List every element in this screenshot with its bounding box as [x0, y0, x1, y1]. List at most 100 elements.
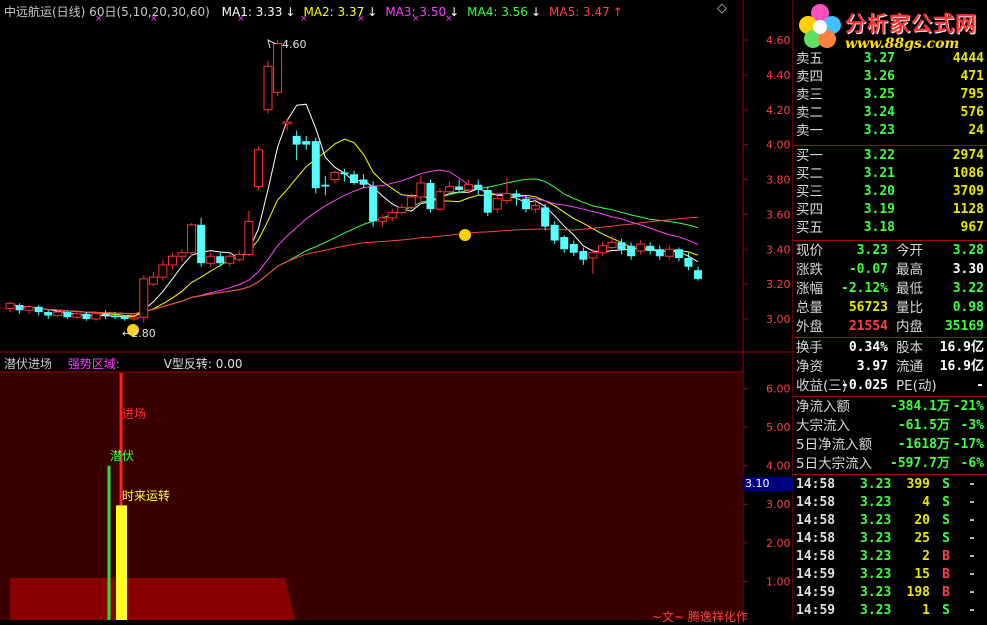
price-tick-label: 4.60 [766, 34, 791, 47]
tick-price: 3.23 [860, 531, 892, 546]
tick-volume: 2 [922, 549, 930, 564]
candle-body-up [5, 302, 15, 310]
tick-side: S [942, 531, 950, 546]
order-row: 卖二 3.24 576 [796, 104, 986, 122]
flow-percent: -21% [952, 399, 984, 414]
candle-body-up [234, 253, 244, 261]
candle-body-up [492, 198, 502, 210]
ma-legend-item: MA3: 3.50 [385, 5, 447, 19]
candle-body-up [378, 217, 388, 222]
ma-line-60 [9, 216, 699, 315]
indicator-tick-label: 6.00 [766, 382, 791, 395]
stat-row: 收益(三) -0.025 PE(动) - [796, 377, 986, 395]
candle-body-down [646, 245, 655, 251]
stat-value: 0.34% [848, 340, 888, 355]
flow-label: 5日净流入额 [796, 437, 873, 453]
stat-row: 现价 3.23 今开 3.28 [796, 242, 986, 260]
order-volume: 4444 [952, 51, 984, 66]
site-logo: 分析家公式网 www.88gs.com [793, 0, 987, 54]
order-price: 3.27 [863, 51, 895, 66]
options-diamond-icon[interactable]: ◇ [717, 1, 727, 16]
strong-zone-area [10, 578, 295, 620]
stat-label: 量比 [896, 300, 923, 316]
order-price: 3.20 [863, 184, 895, 199]
candle-body-up [129, 316, 139, 320]
order-price: 3.22 [863, 148, 895, 163]
tick-volume: 1 [922, 603, 930, 618]
order-volume: 795 [960, 87, 984, 102]
candle-body-down [684, 257, 693, 267]
turn-label: 时来运转 [122, 489, 171, 503]
order-label: 买四 [796, 202, 823, 218]
tick-time: 14:59 [796, 567, 836, 582]
candle-body-down [15, 305, 24, 311]
candle-body-down [302, 141, 311, 145]
price-tick-label: 3.40 [766, 243, 791, 256]
stat-label: 外盘 [796, 319, 823, 335]
tick-side: B [942, 549, 950, 564]
stat-value: - [976, 378, 984, 393]
candle-body-down [512, 193, 521, 197]
stat-label: 涨跌 [796, 262, 823, 278]
tick-volume: 15 [914, 567, 930, 582]
candle-body-up [445, 185, 455, 193]
tick-time: 14:59 [796, 603, 836, 618]
stat-label: 总量 [796, 300, 823, 316]
order-row: 买三 3.20 3709 [796, 183, 986, 201]
candle-body-up [253, 149, 263, 187]
tick-side: B [942, 585, 950, 600]
stat-label: 收益(三) [796, 378, 848, 394]
tick-row: 14:59 3.23 1 S - [796, 602, 986, 620]
candle-body-up [330, 172, 340, 180]
divider [793, 145, 987, 146]
flow-label: 净流入额 [796, 399, 850, 415]
stat-value: 3.22 [952, 281, 984, 296]
tick-flag: - [968, 603, 976, 618]
stat-row: 涨幅 -2.12% 最低 3.22 [796, 280, 986, 298]
tick-row: 14:59 3.23 198 B - [796, 584, 986, 602]
candle-body-down [197, 224, 206, 264]
order-label: 卖四 [796, 69, 823, 85]
candle-body-down [369, 186, 378, 222]
chart-header: 中远航运(日线) 60日(5,10,20,30,60) MA1: 3.33 ↓ MA… [4, 3, 623, 20]
stat-label: 现价 [796, 243, 823, 259]
quote-panel: 卖五 3.27 4444 卖四 3.26 471 卖三 3.25 795 卖二 3.24 576 卖一 3… [793, 51, 987, 620]
order-row: 买二 3.21 1086 [796, 165, 986, 183]
price-axis: 4.60 4.40 4.20 4.00 3.80 3.60 3.40 3.20 3.00 [743, 34, 791, 326]
tick-flag: - [968, 567, 976, 582]
stat-value: 3.23 [856, 243, 888, 258]
candle-body-down [522, 198, 530, 210]
candle-body-up [387, 212, 397, 219]
tick-price: 3.23 [860, 477, 892, 492]
ma-arrow-icon: ↓ [367, 5, 378, 19]
candle-body-up [416, 182, 426, 198]
ma-legend: MA1: 3.33 ↓ MA2: 3.37 ↓ MA3: 3.50 ↓ MA4: 3.56 ↓… [214, 5, 623, 19]
stat-label: PE(动) [896, 378, 937, 394]
flow-value: -1618万 [897, 437, 950, 452]
candle-body-down [321, 184, 330, 187]
stat-label: 换手 [796, 340, 823, 356]
price-tick-label: 4.40 [766, 69, 791, 82]
flow-row: 5日净流入额 -1618万 -17% [796, 436, 986, 454]
indicator-tick-label: 4.00 [766, 460, 791, 473]
candle-body-up [664, 248, 674, 257]
candle-body-down [111, 315, 120, 318]
tick-price: 3.23 [860, 603, 892, 618]
flow-value: -597.7万 [890, 456, 950, 471]
candle-body-up [72, 313, 82, 318]
candle-body-down [359, 179, 368, 185]
candle-body-down [455, 186, 464, 190]
candle-body-down [350, 174, 358, 183]
stat-value: -0.025 [841, 378, 888, 393]
order-volume: 576 [960, 105, 984, 120]
chart-markers: × × × × × × × [95, 14, 471, 336]
candle-body-up [502, 192, 512, 201]
tick-flag: - [968, 585, 976, 600]
ma-arrow-icon: ↓ [449, 5, 460, 19]
tick-time: 14:58 [796, 495, 836, 510]
candle-body-up [167, 255, 177, 266]
candle-body-down [579, 250, 588, 260]
stat-row: 外盘 21554 内盘 35169 [796, 318, 986, 336]
order-label: 卖三 [796, 87, 823, 103]
high-annotation: 4.60 [282, 38, 307, 51]
